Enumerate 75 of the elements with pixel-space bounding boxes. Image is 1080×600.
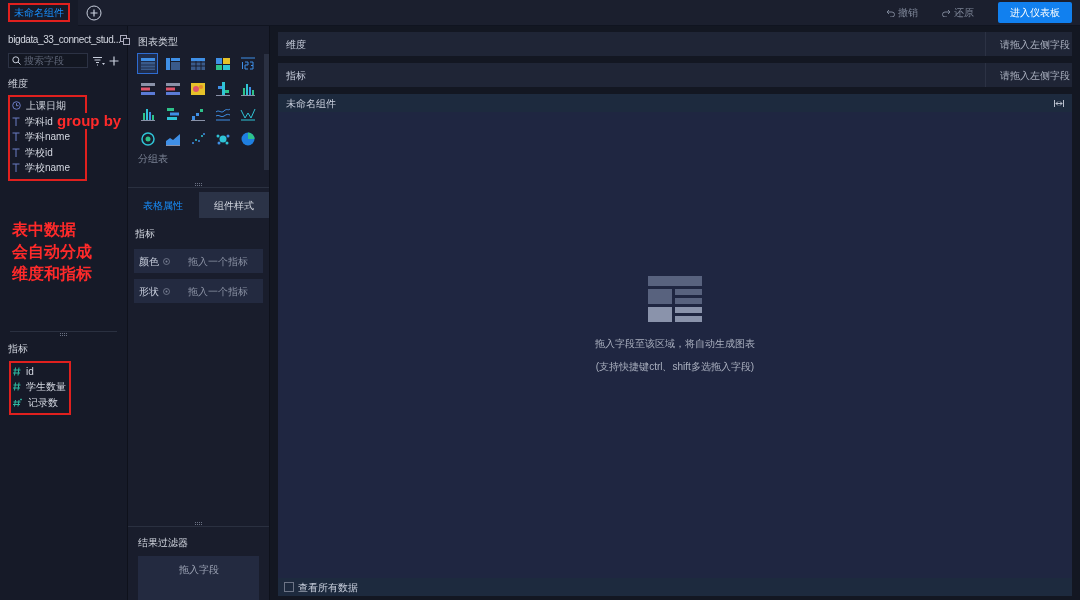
shelf-bar[interactable]: 维度 请拖入左侧字段 (278, 32, 1072, 56)
annotation-text: 表中数据 会自动分成 维度和指标 (12, 219, 93, 284)
scrollbar[interactable] (264, 54, 269, 170)
drop-area[interactable]: 拖入字段 (138, 556, 259, 600)
hash-icon (13, 366, 21, 376)
chart-type-icon (139, 80, 156, 97)
empty-message: 拖入字段至该区域，将自动生成图表 (595, 337, 755, 351)
field-item[interactable]: 学校id (12, 144, 53, 160)
tab[interactable]: 未命名组件 (0, 0, 78, 26)
add-tab-icon[interactable] (86, 4, 102, 21)
chart-type-icon (139, 55, 156, 72)
empty-table-icon (648, 276, 702, 322)
field-item[interactable]: 学校name (12, 160, 70, 176)
shelf-hint: 请拖入左侧字段 (985, 63, 1072, 87)
tab[interactable]: 组件样式 (198, 192, 269, 218)
section-title: 维度 (7, 77, 29, 91)
field-item[interactable]: 学科id (12, 113, 53, 129)
redo-icon (942, 8, 951, 17)
field-item[interactable]: 上课日期 (12, 98, 66, 114)
clock-icon (12, 101, 21, 111)
hash-icon (13, 382, 21, 392)
fit-width-icon (1054, 99, 1064, 107)
shelf-bar[interactable]: 指标 请拖入左侧字段 (278, 63, 1072, 87)
checkbox-label: 查看所有数据 (298, 580, 358, 595)
chart-type-icon (189, 55, 206, 72)
chart-type-button[interactable] (137, 53, 158, 74)
section-title: 指标 (135, 227, 156, 241)
section-title: 结果过滤器 (138, 536, 189, 550)
panel-title: 图表类型 (138, 35, 179, 49)
chart-type-icon (189, 80, 206, 97)
dataset-name: bigdata_33_connect_stud... (8, 33, 121, 47)
drag-handle-icon (59, 332, 68, 336)
chart-type-icon (214, 55, 231, 72)
chart-type-icon (164, 105, 181, 122)
search-icon (12, 56, 21, 65)
annotation-text: group by (57, 113, 122, 129)
section-title: 指标 (7, 341, 29, 356)
shelf-label: 指标 (285, 68, 307, 83)
drag-handle-icon (194, 522, 203, 525)
hash-icon (13, 397, 23, 407)
sort-icon (92, 55, 105, 66)
text-type-icon (12, 163, 20, 173)
search-field[interactable]: 搜索字段 (8, 53, 88, 68)
enter-dashboard-button[interactable]: 进入仪表板 (998, 2, 1072, 23)
chart-type-icon (164, 80, 181, 97)
help-icon (163, 287, 170, 295)
chart-type-icon (189, 130, 206, 147)
field-item[interactable]: 学科name (12, 129, 70, 145)
text-type-icon (12, 132, 20, 142)
shelf-hint: 请拖入左侧字段 (985, 32, 1072, 56)
canvas-title: 未命名组件 (286, 96, 336, 111)
checkbox[interactable] (284, 582, 294, 592)
field-item[interactable]: 记录数 (13, 394, 58, 410)
text-type-icon (12, 147, 20, 157)
search-input[interactable]: 搜索字段 (24, 53, 88, 68)
help-icon (163, 257, 170, 265)
field-item[interactable]: id (13, 363, 34, 379)
undo-icon (886, 8, 895, 17)
chart-type-icon (214, 80, 231, 97)
add-icon (109, 55, 119, 66)
slot-label: 颜色 (139, 254, 159, 269)
chart-type-icon (164, 55, 181, 72)
chart-type-icon (139, 130, 156, 147)
tab-label: 未命名组件 (8, 3, 70, 22)
undo-button[interactable]: 撤销 (886, 5, 918, 20)
slot-label: 形状 (139, 284, 159, 299)
redo-button[interactable]: 还原 (942, 5, 974, 20)
text-type-icon (12, 116, 20, 126)
field-item[interactable]: 学生数量 (13, 379, 66, 395)
chart-type-label: 分组表 (138, 152, 169, 166)
shelf-label: 维度 (285, 37, 307, 52)
empty-hint: (支持快捷键ctrl、shift多选拖入字段) (595, 360, 755, 374)
chart-type-icon (239, 130, 256, 147)
chart-type-icon (239, 55, 256, 72)
drag-handle-icon (194, 183, 203, 186)
